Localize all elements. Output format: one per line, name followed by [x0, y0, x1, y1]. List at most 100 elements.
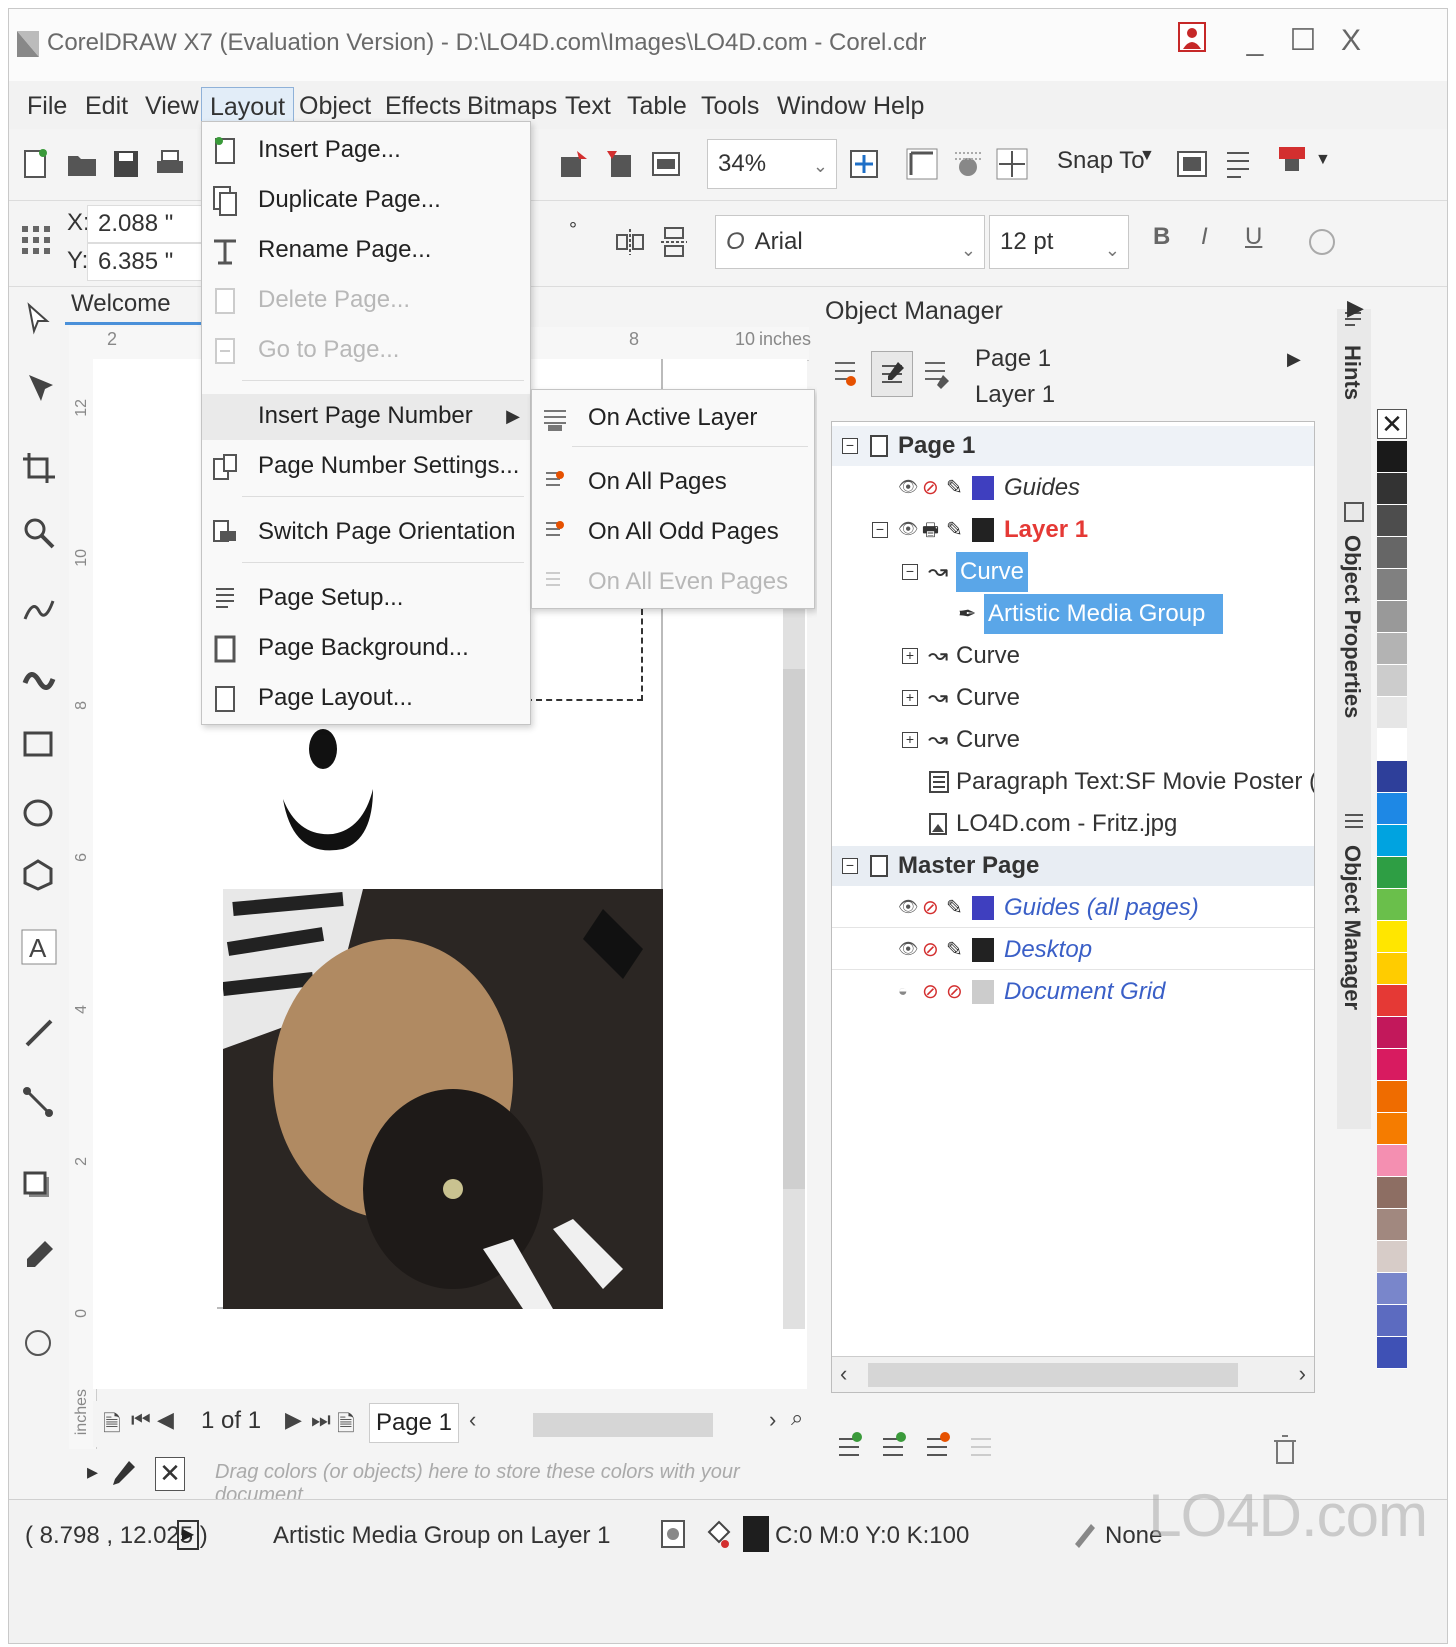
- x-position-input[interactable]: 2.088 ": [87, 205, 205, 243]
- tree-row-curve-selected[interactable]: − ↝ Curve: [832, 552, 1314, 592]
- bold-icon[interactable]: B: [1153, 223, 1170, 251]
- new-document-icon[interactable]: [19, 147, 53, 181]
- show-guidelines-icon[interactable]: [995, 147, 1029, 181]
- visibility-eye-icon[interactable]: 👁: [898, 930, 918, 970]
- palette-color-chip[interactable]: [1377, 985, 1407, 1017]
- vertical-scrollbar-thumb[interactable]: [783, 669, 805, 1189]
- snap-to-label[interactable]: Snap To: [1057, 147, 1145, 175]
- close-button[interactable]: X: [1329, 19, 1373, 63]
- color-proofing-icon[interactable]: [659, 1518, 687, 1550]
- navigator-zoom-icon[interactable]: ⌕: [791, 1405, 803, 1431]
- palette-color-chip[interactable]: [1377, 1337, 1407, 1369]
- visibility-eye-icon[interactable]: 👁: [898, 888, 918, 928]
- outline-pen-icon[interactable]: [1069, 1518, 1099, 1550]
- artistic-media-curve[interactable]: [263, 719, 403, 879]
- palette-color-chip[interactable]: [1377, 793, 1407, 825]
- palette-color-chip[interactable]: [1377, 1113, 1407, 1145]
- delete-trash-icon[interactable]: [1271, 1433, 1299, 1465]
- visibility-hidden-icon[interactable]: ◒: [898, 972, 908, 1012]
- palette-color-chip[interactable]: [1377, 505, 1407, 537]
- palette-color-chip[interactable]: [1377, 1273, 1407, 1305]
- print-icon[interactable]: [153, 147, 187, 181]
- tree-horizontal-scrollbar[interactable]: ‹ ›: [832, 1356, 1314, 1392]
- tree-row-guides-all-pages[interactable]: 👁 ⊘ ✎ Guides (all pages): [832, 888, 1314, 928]
- status-flyout-icon[interactable]: ▶: [177, 1520, 199, 1550]
- first-page-icon[interactable]: ⏮: [131, 1407, 151, 1433]
- horizontal-scrollbar-thumb[interactable]: [533, 1413, 713, 1437]
- launcher-dropdown-icon[interactable]: ▼: [1315, 151, 1331, 169]
- no-color-swatch[interactable]: ✕: [155, 1457, 185, 1491]
- full-screen-preview-icon[interactable]: [847, 147, 881, 181]
- tree-row-paragraph-text[interactable]: Paragraph Text:SF Movie Poster (Normal) …: [832, 762, 1314, 802]
- maximize-button[interactable]: ☐: [1281, 19, 1325, 63]
- palette-flyout-icon[interactable]: ▸: [87, 1459, 98, 1485]
- menu-item-insert-page-number[interactable]: Insert Page Number ▶: [202, 394, 530, 440]
- save-icon[interactable]: [109, 147, 143, 181]
- tree-row-artistic-media-group[interactable]: ✒ Artistic Media Group: [832, 594, 1314, 634]
- palette-color-chip[interactable]: [1377, 1081, 1407, 1113]
- palette-color-chip[interactable]: [1377, 761, 1407, 793]
- menu-view[interactable]: View: [137, 87, 207, 127]
- visibility-eye-icon[interactable]: 👁: [898, 510, 918, 550]
- tree-row-curve[interactable]: + ↝ Curve: [832, 720, 1314, 760]
- pick-tool-icon[interactable]: [21, 301, 57, 337]
- palette-color-chip[interactable]: [1377, 729, 1407, 761]
- edit-disabled-icon[interactable]: ⊘: [946, 972, 963, 1012]
- tree-row-document-grid[interactable]: ◒ ⊘ ⊘ Document Grid: [832, 972, 1314, 1012]
- collapse-icon[interactable]: −: [872, 522, 888, 538]
- last-page-icon[interactable]: ⏭: [311, 1407, 331, 1433]
- new-master-layer-all-pages-icon[interactable]: [923, 1429, 955, 1465]
- tab-object-properties[interactable]: Object Properties: [1339, 535, 1365, 718]
- object-origin-icon[interactable]: [19, 223, 53, 257]
- eyedropper-icon[interactable]: [109, 1459, 137, 1489]
- application-launcher-icon[interactable]: [1275, 143, 1309, 177]
- palette-color-chip[interactable]: [1377, 1017, 1407, 1049]
- palette-color-chip[interactable]: [1377, 1145, 1407, 1177]
- fill-bucket-icon[interactable]: [703, 1518, 733, 1550]
- submenu-item-on-all-odd-pages[interactable]: On All Odd Pages: [532, 510, 814, 556]
- menu-item-duplicate-page[interactable]: Duplicate Page...: [202, 178, 530, 224]
- printable-icon[interactable]: 🖶: [922, 510, 939, 550]
- import-icon[interactable]: [557, 147, 591, 181]
- tree-row-layer-1[interactable]: − 👁 🖶 ✎ Layer 1: [832, 510, 1314, 550]
- expand-icon[interactable]: +: [902, 648, 918, 664]
- collapse-icon[interactable]: −: [842, 438, 858, 454]
- tree-row-bitmap[interactable]: LO4D.com - Fritz.jpg: [832, 804, 1314, 844]
- scroll-left-icon[interactable]: ‹: [469, 1407, 476, 1433]
- scroll-right-icon[interactable]: ›: [769, 1407, 776, 1433]
- print-disabled-icon[interactable]: ⊘: [922, 972, 939, 1012]
- crop-tool-icon[interactable]: [21, 451, 57, 487]
- ellipse-tool-icon[interactable]: [21, 795, 57, 831]
- text-properties-icon[interactable]: [1305, 225, 1339, 259]
- tree-row-master-page[interactable]: − Master Page: [832, 846, 1314, 886]
- submenu-item-on-all-pages[interactable]: On All Pages: [532, 460, 814, 506]
- print-disabled-icon[interactable]: ⊘: [922, 930, 939, 970]
- palette-color-chip[interactable]: [1377, 1209, 1407, 1241]
- show-grid-icon[interactable]: [951, 147, 985, 181]
- lock-edit-pencil-icon[interactable]: ✎: [946, 930, 963, 970]
- palette-color-chip[interactable]: [1377, 1177, 1407, 1209]
- menu-file[interactable]: File: [19, 87, 75, 127]
- layer-manager-view-icon[interactable]: [921, 355, 951, 393]
- snap-to-dropdown-icon[interactable]: ▼: [1139, 147, 1155, 165]
- tree-row-page-1[interactable]: − Page 1: [832, 426, 1314, 466]
- palette-color-chip[interactable]: [1377, 1049, 1407, 1081]
- menu-item-switch-page-orientation[interactable]: Switch Page Orientation: [202, 510, 530, 556]
- lock-edit-pencil-icon[interactable]: ✎: [946, 888, 963, 928]
- new-layer-icon[interactable]: [835, 1429, 867, 1465]
- show-rulers-icon[interactable]: [905, 147, 939, 181]
- new-master-layer-even-pages-icon[interactable]: [967, 1429, 999, 1465]
- zoom-tool-icon[interactable]: [21, 515, 57, 551]
- submenu-item-on-active-layer[interactable]: On Active Layer: [532, 396, 814, 442]
- previous-page-icon[interactable]: ◀: [157, 1407, 174, 1433]
- welcome-screen-icon[interactable]: [1175, 147, 1209, 181]
- menu-item-page-background[interactable]: Page Background...: [202, 626, 530, 672]
- text-tool-icon[interactable]: A: [21, 929, 57, 965]
- export-icon[interactable]: [603, 147, 637, 181]
- print-disabled-icon[interactable]: ⊘: [922, 468, 939, 508]
- options-flyout-icon[interactable]: ▶: [1287, 349, 1301, 370]
- palette-no-color[interactable]: ✕: [1377, 409, 1407, 439]
- zoom-level-select[interactable]: 34% ⌄: [707, 139, 837, 189]
- eyedropper-tool-icon[interactable]: [21, 1237, 57, 1273]
- italic-icon[interactable]: I: [1201, 223, 1208, 251]
